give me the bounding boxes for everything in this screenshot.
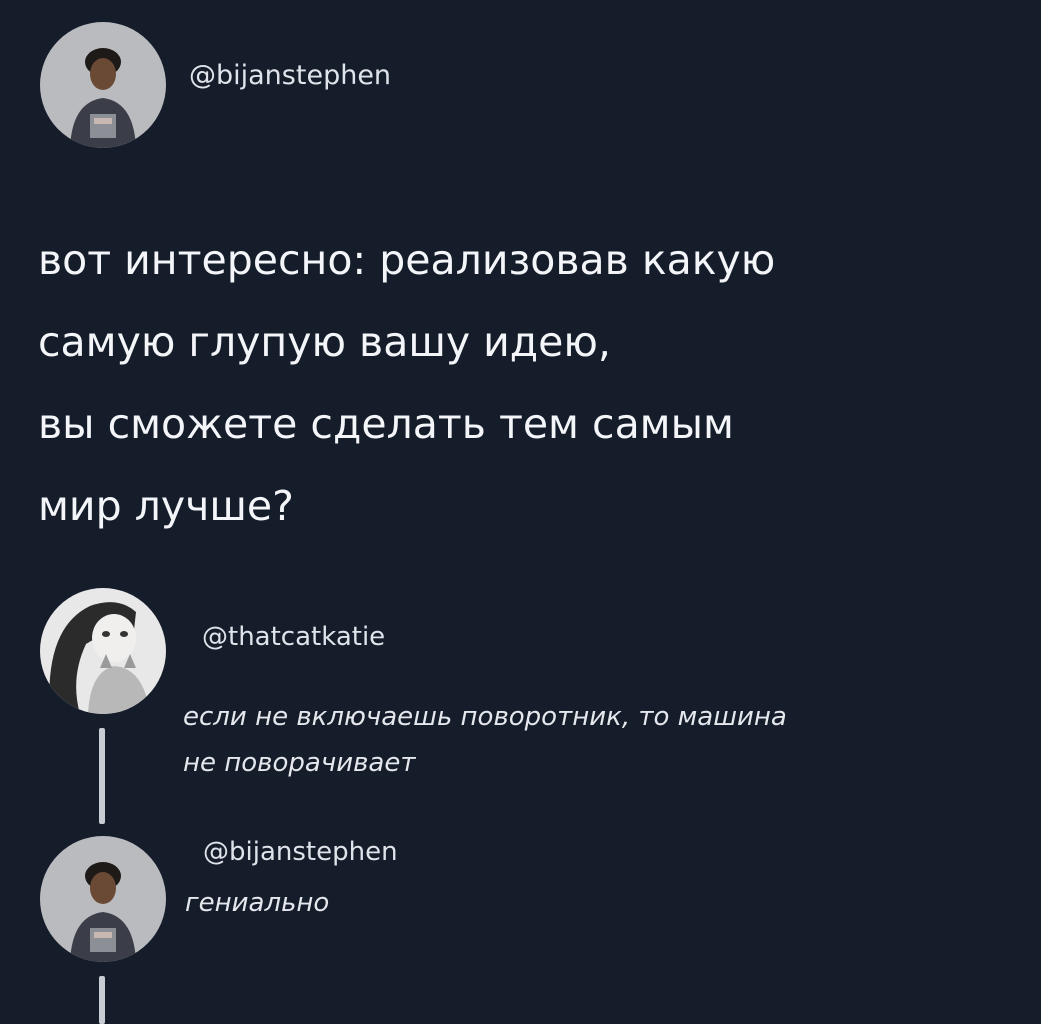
reply-line: если не включаешь поворотник, то машина: [183, 702, 787, 732]
post-author[interactable]: @bijanstephen: [189, 60, 391, 91]
reply-line: гениально: [185, 888, 330, 918]
reply-line: не поворачивает: [183, 748, 416, 778]
thread-line: [99, 728, 105, 824]
avatar-thatcatkatie[interactable]: [40, 588, 166, 714]
tumblr-post: @bijanstephen вот интересно: реализовав …: [0, 0, 1041, 1024]
reply-author[interactable]: @bijanstephen: [203, 837, 398, 867]
post-line: вы сможете сделать тем самым: [38, 400, 734, 448]
post-body: вот интересно: реализовав какую самую гл…: [38, 219, 998, 547]
reply-author[interactable]: @thatcatkatie: [202, 622, 385, 652]
avatar-bijanstephen[interactable]: [40, 836, 166, 962]
reply-body: гениально: [185, 880, 329, 926]
post-line: вот интересно: реализовав какую: [38, 236, 776, 284]
person-avatar-icon: [40, 22, 166, 148]
thread-line: [99, 976, 105, 1024]
person-with-cat-avatar-icon: [40, 588, 166, 714]
reply-body: если не включаешь поворотник, то машина …: [183, 694, 787, 786]
avatar-bijanstephen[interactable]: [40, 22, 166, 148]
person-avatar-icon: [40, 836, 166, 962]
post-line: самую глупую вашу идею,: [38, 318, 611, 366]
post-line: мир лучше?: [38, 482, 294, 530]
